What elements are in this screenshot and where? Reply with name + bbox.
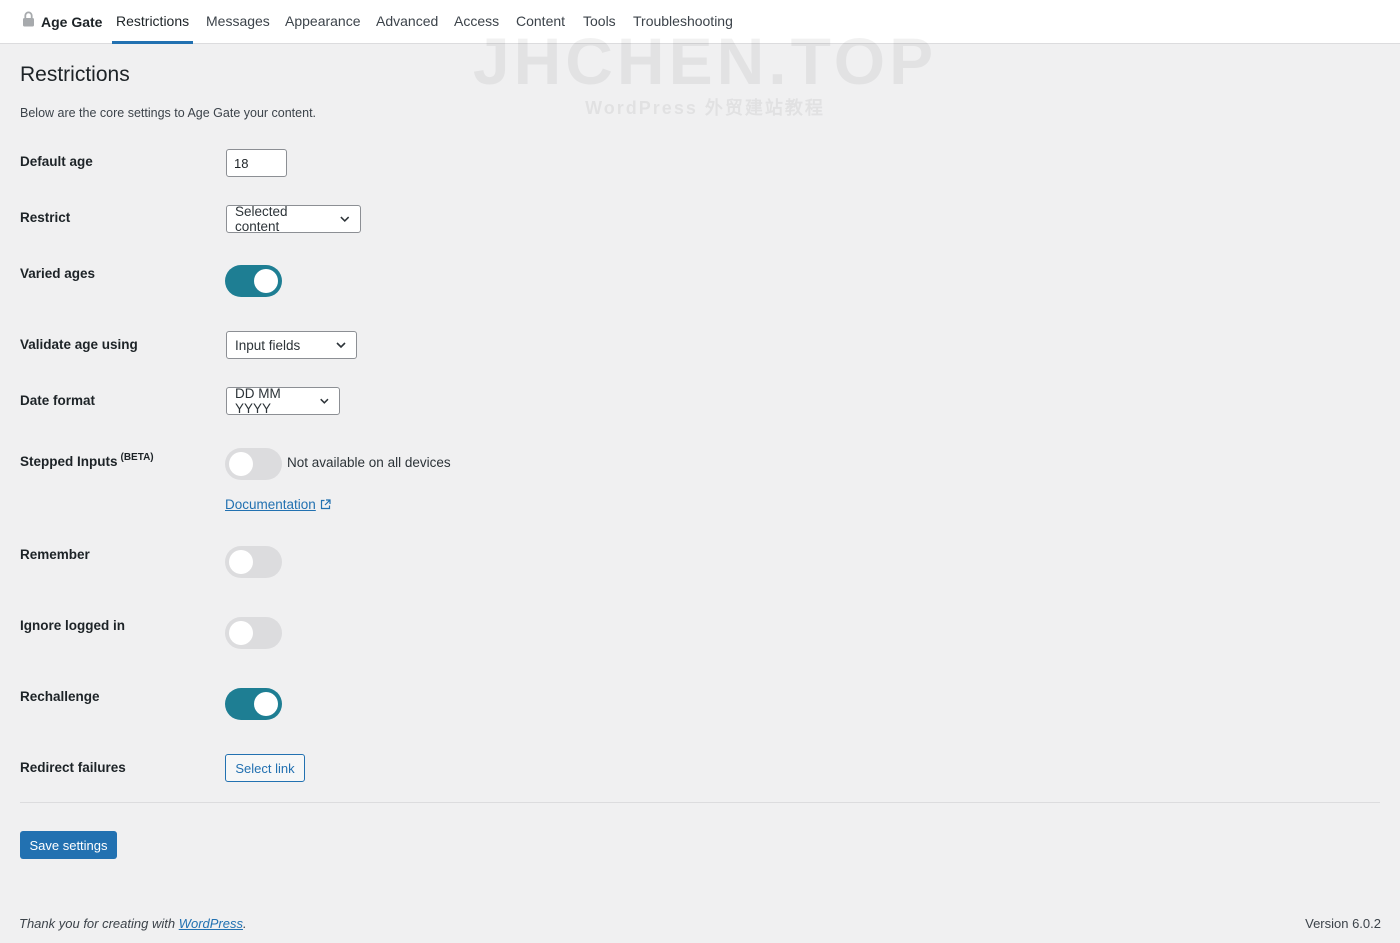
page-title: Restrictions [20,63,130,86]
validate-age-label: Validate age using [20,337,138,352]
tab-content[interactable]: Content [516,0,565,43]
brand: Age Gate [22,0,102,43]
validate-age-select-value: Input fields [235,337,301,353]
watermark-sub: WordPress 外贸建站教程 [585,98,825,118]
restrict-label: Restrict [20,210,71,225]
tab-tools[interactable]: Tools [583,0,616,43]
save-settings-button[interactable]: Save settings [20,831,117,859]
brand-title: Age Gate [41,13,103,30]
date-format-select[interactable]: DD MM YYYY [226,386,340,416]
toggle-knob [254,692,278,716]
chevron-down-icon [340,216,350,223]
divider [20,802,1380,803]
top-navigation: Age Gate Restrictions Messages Appearanc… [0,0,1400,44]
documentation-link-text: Documentation [225,497,316,512]
restrict-select-value: Selected content [235,204,288,234]
stepped-inputs-toggle[interactable] [225,448,282,480]
tab-appearance[interactable]: Appearance [285,0,361,43]
validate-age-select[interactable]: Input fields [226,331,357,359]
date-format-label: Date format [20,393,96,408]
chevron-down-icon [336,342,346,349]
toggle-knob [254,269,278,293]
ignore-logged-in-label: Ignore logged in [20,618,125,633]
tab-advanced[interactable]: Advanced [376,0,438,43]
external-link-icon [320,499,331,510]
default-age-label: Default age [20,154,93,169]
tab-restrictions[interactable]: Restrictions [111,0,194,44]
documentation-link[interactable]: Documentation [225,497,331,512]
default-age-input[interactable] [226,149,287,177]
tab-messages[interactable]: Messages [206,0,270,43]
footer-thanks-prefix: Thank you for creating with [19,916,179,931]
footer-version: Version 6.0.2 [1305,916,1381,931]
stepped-inputs-note: Not available on all devices [287,455,451,470]
stepped-inputs-label: Stepped Inputs (BETA) [20,452,154,469]
beta-badge: (BETA) [120,452,154,463]
remember-toggle[interactable] [225,546,282,578]
toggle-knob [229,550,253,574]
rechallenge-toggle[interactable] [225,688,282,720]
redirect-failures-label: Redirect failures [20,760,126,775]
restrict-select[interactable]: Selected content [226,204,361,234]
date-format-select-value: DD MM YYYY [235,386,281,416]
footer-thanks-suffix: . [243,916,247,931]
rechallenge-label: Rechallenge [20,689,100,704]
toggle-knob [229,621,253,645]
footer-thanks: Thank you for creating with WordPress. [19,916,247,931]
remember-label: Remember [20,547,90,562]
wordpress-link[interactable]: WordPress [179,916,243,931]
select-link-button[interactable]: Select link [225,754,305,782]
page-intro: Below are the core settings to Age Gate … [20,106,317,120]
varied-ages-toggle[interactable] [225,265,282,297]
tab-access[interactable]: Access [454,0,499,43]
toggle-knob [229,452,253,476]
tab-troubleshooting[interactable]: Troubleshooting [633,0,733,43]
varied-ages-label: Varied ages [20,266,96,281]
stepped-inputs-label-text: Stepped Inputs [20,454,118,469]
chevron-down-icon [320,398,329,404]
ignore-logged-in-toggle[interactable] [225,617,282,649]
lock-icon [22,11,35,32]
